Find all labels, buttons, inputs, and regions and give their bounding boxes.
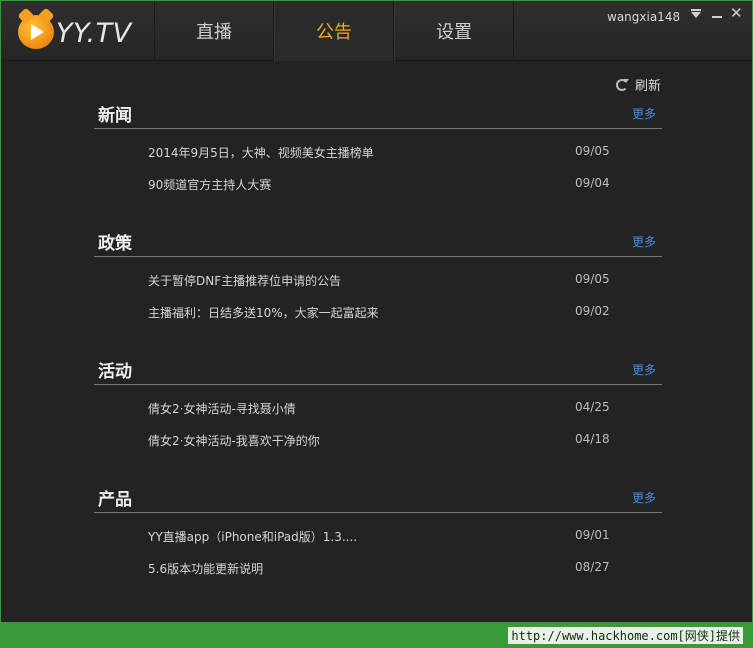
section-header: 政策 更多: [94, 227, 662, 257]
more-link[interactable]: 更多: [632, 105, 656, 122]
refresh-icon: [616, 78, 629, 91]
tab-announcements[interactable]: 公告: [274, 1, 394, 61]
section-products: 产品 更多 YY直播app（iPhone和iPad版）1.3.... 09/01…: [94, 483, 662, 584]
dropdown-button[interactable]: [690, 9, 704, 23]
dropdown-icon: [691, 9, 701, 11]
more-link[interactable]: 更多: [632, 361, 656, 378]
username[interactable]: wangxia148: [607, 10, 680, 24]
section-policy: 政策 更多 关于暂停DNF主播推荐位申请的公告 09/05 主播福利：日结多送1…: [94, 227, 662, 328]
section-header: 新闻 更多: [94, 99, 662, 129]
item-date: 08/27: [575, 560, 610, 574]
minimize-button[interactable]: [710, 9, 724, 23]
logo-text: YY.TV: [56, 18, 132, 49]
list-item[interactable]: 倩女2·女神活动-我喜欢干净的你 04/18: [94, 424, 662, 456]
section-header: 产品 更多: [94, 483, 662, 513]
item-title[interactable]: 主播福利：日结多送10%，大家一起富起来: [148, 304, 379, 321]
list-item[interactable]: 5.6版本功能更新说明 08/27: [94, 552, 662, 584]
play-icon: [31, 24, 44, 40]
item-date: 04/18: [575, 432, 610, 446]
yy-logo-icon: [18, 15, 54, 49]
item-date: 09/05: [575, 144, 610, 158]
minimize-icon: [712, 16, 722, 18]
section-header: 活动 更多: [94, 355, 662, 385]
top-bar: YY.TV 直播 公告 设置 wangxia148 ✕: [1, 1, 752, 61]
item-date: 09/01: [575, 528, 610, 542]
section-title: 政策: [98, 234, 132, 254]
item-date: 09/05: [575, 272, 610, 286]
item-date: 09/04: [575, 176, 610, 190]
list-item[interactable]: 主播福利：日结多送10%，大家一起富起来 09/02: [94, 296, 662, 328]
list-item[interactable]: 倩女2·女神活动-寻找聂小倩 04/25: [94, 392, 662, 424]
yy-logo[interactable]: YY.TV: [18, 15, 138, 51]
refresh-button[interactable]: 刷新: [616, 75, 661, 94]
tab-live[interactable]: 直播: [154, 1, 274, 61]
app-window: YY.TV 直播 公告 设置 wangxia148 ✕ 刷新 新闻 更多 201…: [1, 1, 752, 622]
item-date: 04/25: [575, 400, 610, 414]
close-button[interactable]: ✕: [730, 4, 744, 23]
refresh-label: 刷新: [635, 79, 662, 94]
section-title: 产品: [98, 490, 132, 510]
more-link[interactable]: 更多: [632, 489, 656, 506]
item-title[interactable]: YY直播app（iPhone和iPad版）1.3....: [148, 528, 357, 545]
close-icon: ✕: [730, 4, 743, 22]
item-title[interactable]: 90频道官方主持人大赛: [148, 176, 271, 193]
news-list: 倩女2·女神活动-寻找聂小倩 04/25 倩女2·女神活动-我喜欢干净的你 04…: [94, 392, 662, 456]
list-item[interactable]: 90频道官方主持人大赛 09/04: [94, 168, 662, 200]
tab-settings[interactable]: 设置: [394, 1, 514, 61]
item-date: 09/02: [575, 304, 610, 318]
item-title[interactable]: 关于暂停DNF主播推荐位申请的公告: [148, 272, 341, 289]
main-tabs: 直播 公告 设置: [154, 1, 514, 61]
dropdown-arrow-icon: [691, 12, 701, 18]
section-news: 新闻 更多 2014年9月5日，大神、视频美女主播榜单 09/05 90频道官方…: [94, 99, 662, 200]
item-title[interactable]: 倩女2·女神活动-我喜欢干净的你: [148, 432, 320, 449]
news-list: YY直播app（iPhone和iPad版）1.3.... 09/01 5.6版本…: [94, 520, 662, 584]
news-list: 关于暂停DNF主播推荐位申请的公告 09/05 主播福利：日结多送10%，大家一…: [94, 264, 662, 328]
watermark-text: http://www.hackhome.com[网侠]提供: [508, 627, 743, 644]
section-title: 新闻: [98, 106, 132, 126]
section-events: 活动 更多 倩女2·女神活动-寻找聂小倩 04/25 倩女2·女神活动-我喜欢干…: [94, 355, 662, 456]
item-title[interactable]: 倩女2·女神活动-寻找聂小倩: [148, 400, 296, 417]
list-item[interactable]: 2014年9月5日，大神、视频美女主播榜单 09/05: [94, 136, 662, 168]
footer-bar: http://www.hackhome.com[网侠]提供: [0, 622, 753, 648]
list-item[interactable]: YY直播app（iPhone和iPad版）1.3.... 09/01: [94, 520, 662, 552]
news-list: 2014年9月5日，大神、视频美女主播榜单 09/05 90频道官方主持人大赛 …: [94, 136, 662, 200]
item-title[interactable]: 2014年9月5日，大神、视频美女主播榜单: [148, 144, 374, 161]
more-link[interactable]: 更多: [632, 233, 656, 250]
item-title[interactable]: 5.6版本功能更新说明: [148, 560, 263, 577]
section-title: 活动: [98, 362, 132, 382]
list-item[interactable]: 关于暂停DNF主播推荐位申请的公告 09/05: [94, 264, 662, 296]
